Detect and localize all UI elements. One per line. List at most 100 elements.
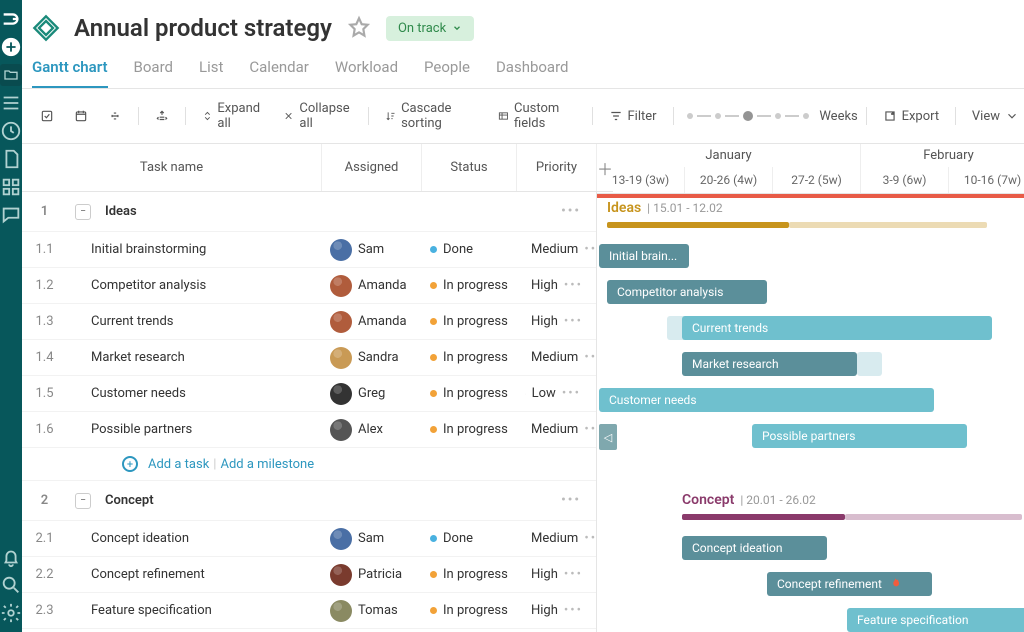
favorite-star-icon[interactable]: [346, 15, 372, 41]
export[interactable]: Export: [875, 105, 948, 128]
task-name-cell[interactable]: Customer needs: [67, 382, 322, 405]
zoom-slider[interactable]: [681, 111, 815, 121]
folder-icon[interactable]: [0, 64, 22, 86]
group-name-cell[interactable]: −Concept: [67, 489, 322, 513]
row-menu-icon[interactable]: •••: [584, 242, 596, 257]
task-bar[interactable]: Market research: [682, 352, 857, 376]
assignee-cell[interactable]: Amanda: [322, 271, 422, 301]
task-name-cell[interactable]: Concept ideation: [67, 527, 322, 550]
list-icon[interactable]: [0, 92, 22, 114]
priority-cell[interactable]: High•••: [517, 274, 596, 297]
custom-fields[interactable]: Custom fields: [490, 97, 584, 135]
task-name-cell[interactable]: Concept refinement: [67, 563, 322, 586]
collapse-toggle[interactable]: −: [75, 204, 91, 220]
tab-dashboard[interactable]: Dashboard: [496, 52, 569, 88]
status-cell[interactable]: Done: [422, 527, 517, 550]
task-bar[interactable]: Concept refinement: [767, 572, 932, 596]
assignee-cell[interactable]: Tomas: [322, 596, 422, 626]
add-milestone-link[interactable]: Add a milestone: [220, 457, 314, 472]
document-icon[interactable]: [0, 148, 22, 170]
assignee-cell[interactable]: Amanda: [322, 307, 422, 337]
status-cell[interactable]: In progress: [422, 346, 517, 369]
week-header[interactable]: 13-19 (3w): [597, 167, 685, 193]
group-progress-bar[interactable]: [682, 514, 845, 520]
tab-gantt-chart[interactable]: Gantt chart: [32, 52, 108, 88]
status-cell[interactable]: In progress: [422, 310, 517, 333]
row-menu-icon[interactable]: •••: [584, 422, 596, 437]
priority-cell[interactable]: High•••: [517, 599, 596, 622]
task-name-cell[interactable]: Market research: [67, 346, 322, 369]
group-remaining-bar[interactable]: [789, 222, 987, 228]
status-cell[interactable]: In progress: [422, 418, 517, 441]
search-icon[interactable]: [0, 574, 22, 596]
status-cell[interactable]: In progress: [422, 599, 517, 622]
collapse-all[interactable]: Collapse all: [275, 97, 360, 135]
assignee-cell[interactable]: Greg: [322, 379, 422, 409]
status-cell[interactable]: In progress: [422, 563, 517, 586]
collapse-toggle[interactable]: −: [75, 493, 91, 509]
priority-cell[interactable]: Medium•••: [517, 238, 596, 261]
priority-cell[interactable]: Low•••: [517, 382, 596, 405]
week-header[interactable]: 20-26 (4w): [685, 167, 773, 193]
row-menu-icon[interactable]: •••: [584, 531, 596, 546]
scroll-left-indicator[interactable]: ◁: [599, 424, 617, 450]
clock-icon[interactable]: [0, 120, 22, 142]
row-menu-icon[interactable]: •••: [561, 204, 589, 219]
task-bar[interactable]: Initial brain...: [599, 244, 689, 268]
row-menu-icon[interactable]: •••: [564, 603, 591, 618]
col-task[interactable]: Task name: [22, 144, 322, 191]
priority-cell[interactable]: High•••: [517, 563, 596, 586]
group-name-cell[interactable]: −Ideas: [67, 200, 322, 224]
tab-people[interactable]: People: [424, 52, 470, 88]
status-cell[interactable]: Done: [422, 238, 517, 261]
col-assigned[interactable]: Assigned: [322, 144, 422, 191]
expand-all[interactable]: Expand all: [194, 97, 272, 135]
assignee-cell[interactable]: Sandra: [322, 343, 422, 373]
priority-cell[interactable]: Medium•••: [517, 418, 596, 441]
priority-cell[interactable]: High•••: [517, 310, 596, 333]
project-status-pill[interactable]: On track: [386, 16, 474, 41]
task-bar[interactable]: Concept ideation: [682, 536, 827, 560]
week-header[interactable]: 10-16 (7w): [949, 167, 1024, 193]
row-menu-icon[interactable]: •••: [584, 350, 596, 365]
row-menu-icon[interactable]: •••: [564, 567, 591, 582]
assignee-cell[interactable]: Patricia: [322, 560, 422, 590]
week-header[interactable]: 27-2 (5w): [773, 167, 861, 193]
select-tool[interactable]: [32, 105, 62, 127]
row-menu-icon[interactable]: •••: [564, 314, 591, 329]
priority-cell[interactable]: Medium•••: [517, 527, 596, 550]
row-menu-icon[interactable]: •••: [564, 278, 591, 293]
tab-list[interactable]: List: [199, 52, 223, 88]
add-task-link[interactable]: Add a task: [148, 457, 209, 472]
autoschedule-tool[interactable]: [147, 105, 177, 127]
assignee-cell[interactable]: Sam: [322, 524, 422, 554]
task-name-cell[interactable]: Current trends: [67, 310, 322, 333]
settings-icon[interactable]: [0, 602, 22, 624]
task-name-cell[interactable]: Initial brainstorming: [67, 238, 322, 261]
chat-icon[interactable]: [0, 204, 22, 226]
task-bar[interactable]: Competitor analysis: [607, 280, 767, 304]
tab-workload[interactable]: Workload: [335, 52, 398, 88]
row-menu-icon[interactable]: •••: [562, 386, 589, 401]
col-status[interactable]: Status: [422, 144, 517, 191]
assignee-cell[interactable]: Alex: [322, 415, 422, 445]
calendar-tool[interactable]: [66, 105, 96, 127]
status-cell[interactable]: In progress: [422, 274, 517, 297]
group-progress-bar[interactable]: [607, 222, 789, 228]
brand-logo-icon[interactable]: [0, 8, 22, 30]
view-menu[interactable]: View: [964, 105, 1024, 128]
grid-icon[interactable]: [0, 176, 22, 198]
week-header[interactable]: 3-9 (6w): [861, 167, 949, 193]
task-bar[interactable]: Feature specification: [847, 608, 1024, 632]
gantt-timeline[interactable]: JanuaryFebruary 13-19 (3w)20-26 (4w)27-2…: [597, 144, 1024, 632]
bell-icon[interactable]: [0, 546, 22, 568]
assignee-cell[interactable]: Sam: [322, 235, 422, 265]
task-name-cell[interactable]: Competitor analysis: [67, 274, 322, 297]
task-bar[interactable]: Possible partners: [752, 424, 967, 448]
task-name-cell[interactable]: Possible partners: [67, 418, 322, 441]
link-tool[interactable]: [100, 105, 130, 127]
col-priority[interactable]: Priority: [517, 144, 597, 191]
row-menu-icon[interactable]: •••: [561, 493, 589, 508]
priority-cell[interactable]: Medium•••: [517, 346, 596, 369]
tab-board[interactable]: Board: [134, 52, 173, 88]
